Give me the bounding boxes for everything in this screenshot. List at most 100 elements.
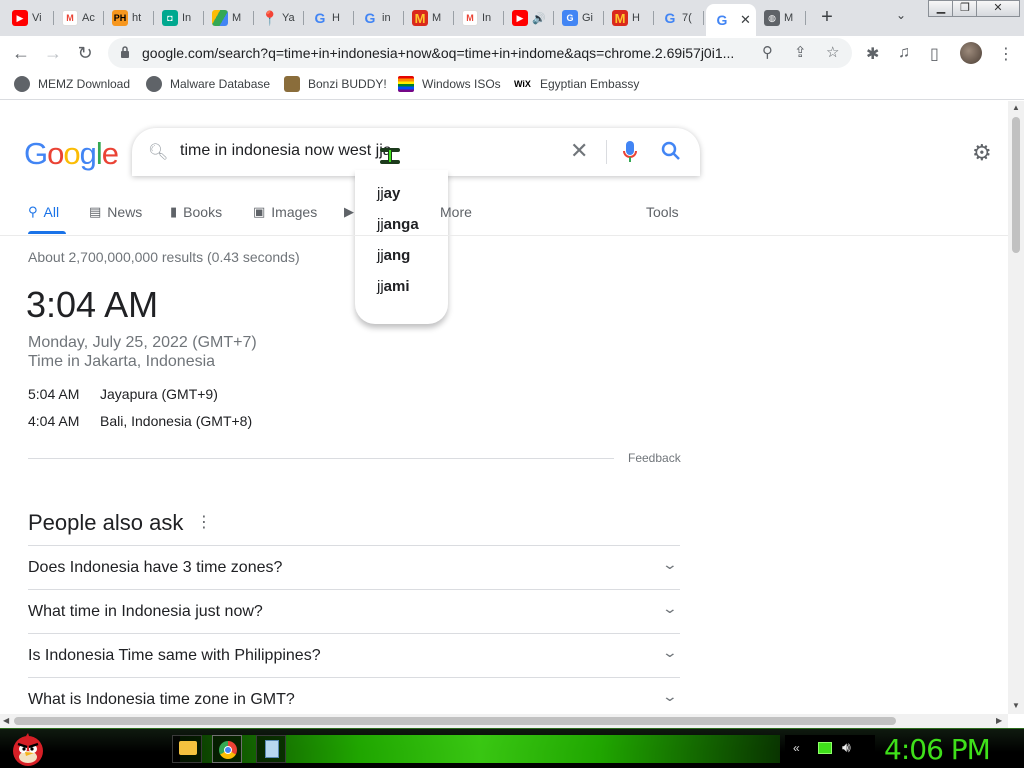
browser-tab[interactable]: ◘ In	[154, 4, 204, 32]
scroll-left-arrow-icon[interactable]: ◀	[3, 716, 9, 725]
browser-tab[interactable]: M	[204, 4, 254, 32]
scroll-down-arrow-icon[interactable]: ▼	[1012, 701, 1020, 710]
taskbar-explorer[interactable]	[172, 735, 202, 763]
taskbar-notepad[interactable]	[256, 735, 286, 763]
side-panel-icon[interactable]: ▯	[930, 44, 939, 64]
forward-button[interactable]: →	[42, 42, 64, 64]
start-button-angry-bird-icon[interactable]	[8, 731, 48, 767]
tray-chevron-icon[interactable]: «	[793, 741, 800, 755]
search-icon: ⚲	[28, 204, 38, 219]
microphone-icon[interactable]	[622, 140, 638, 164]
settings-gear-icon[interactable]: ⚙	[972, 140, 992, 166]
tab-videos[interactable]: ▶	[344, 204, 360, 220]
menu-kebab-icon[interactable]: ⋮	[998, 44, 1014, 64]
location-icon[interactable]: ⚲	[762, 43, 773, 61]
media-control-icon[interactable]: ♫	[898, 44, 910, 62]
clear-search-icon[interactable]: ✕	[570, 138, 588, 164]
browser-tab[interactable]: M Ac	[54, 4, 104, 32]
tab-tools[interactable]: Tools	[646, 204, 679, 220]
vertical-scrollbar[interactable]: ▲ ▼	[1008, 101, 1024, 714]
url-text[interactable]: google.com/search?q=time+in+indonesia+no…	[142, 45, 752, 61]
browser-tab[interactable]: G Gi	[554, 4, 604, 32]
browser-tab[interactable]: MM	[404, 4, 454, 32]
browser-toolbar: ← → ↻ google.com/search?q=time+in+indone…	[0, 36, 1024, 70]
scroll-up-arrow-icon[interactable]: ▲	[1012, 103, 1020, 112]
minimize-button[interactable]: ▁	[928, 0, 954, 17]
active-tab-indicator	[28, 231, 66, 234]
youtube-icon: ▶	[512, 10, 528, 26]
browser-tab[interactable]: PH ht	[104, 4, 154, 32]
scrollbar-thumb[interactable]	[14, 717, 896, 725]
browser-tab[interactable]: MH	[604, 4, 654, 32]
scroll-right-arrow-icon[interactable]: ▶	[996, 716, 1002, 725]
youtube-icon: ▶	[12, 10, 28, 26]
paa-question-row[interactable]: What time in Indonesia just now? ⌄	[28, 589, 680, 633]
suggestion-item[interactable]: jjay	[377, 185, 400, 202]
address-bar[interactable]: google.com/search?q=time+in+indonesia+no…	[108, 38, 852, 68]
suggestion-item[interactable]: jjang	[377, 247, 410, 264]
tab-strip: ▶ Vi M Ac PH ht ◘ In M 📍 Ya GH Gin MM M In ▶ 🔊 …	[0, 0, 1024, 36]
text-cursor-icon	[380, 148, 400, 164]
tab-news[interactable]: ▤ News	[89, 204, 142, 220]
share-icon[interactable]: ⇪	[794, 43, 807, 61]
horizontal-scrollbar[interactable]: ◀ ▶	[0, 714, 1008, 728]
extensions-icon[interactable]: ✱	[866, 44, 879, 64]
bookmark-item[interactable]: Malware Database	[146, 76, 270, 92]
browser-tab[interactable]: GH	[304, 4, 354, 32]
tab-books[interactable]: ▮ Books	[170, 204, 222, 220]
chevron-down-icon: ⌄	[661, 600, 679, 616]
taskbar: « 🔊︎ 4:06 PM	[0, 728, 1024, 768]
chevron-down-icon: ⌄	[661, 644, 679, 660]
search-input[interactable]	[180, 140, 560, 162]
bookmark-star-icon[interactable]: ☆	[826, 43, 839, 61]
more-options-icon[interactable]: ⋮	[196, 512, 212, 532]
bookmark-item[interactable]: Windows ISOs	[398, 76, 501, 92]
google-icon: G	[364, 10, 376, 26]
scrollbar-thumb[interactable]	[1012, 117, 1020, 253]
volume-icon[interactable]: 🔊︎	[842, 739, 851, 756]
tab-images[interactable]: ▣ Images	[253, 204, 317, 220]
taskbar-clock[interactable]: 4:06 PM	[884, 733, 991, 766]
paa-question: What is Indonesia time zone in GMT?	[28, 691, 295, 708]
back-button[interactable]: ←	[10, 42, 32, 64]
browser-tab[interactable]: ▶ Vi	[4, 4, 54, 32]
reload-button[interactable]: ↻	[74, 42, 96, 64]
browser-tab[interactable]: ▶ 🔊	[504, 4, 554, 32]
divider	[606, 140, 607, 164]
suggestion-item[interactable]: jjami	[377, 278, 410, 295]
browser-tab-active[interactable]: G ✕	[706, 4, 756, 36]
browser-tab[interactable]: ◍ M	[756, 4, 806, 32]
google-icon: G	[664, 10, 676, 26]
search-submit-icon[interactable]	[660, 140, 682, 162]
bookmark-item[interactable]: WiX Egyptian Embassy	[514, 76, 639, 92]
bookmark-item[interactable]: Bonzi BUDDY!	[284, 76, 387, 92]
date-timezone: Monday, July 25, 2022 (GMT+7)	[28, 334, 257, 351]
close-tab-icon[interactable]: ✕	[740, 12, 751, 28]
browser-tab[interactable]: 📍 Ya	[254, 4, 304, 32]
bonzi-icon	[284, 76, 300, 92]
taskbar-chrome[interactable]	[212, 735, 242, 763]
tab-more[interactable]: More	[440, 204, 472, 220]
chevron-down-icon: ⌄	[661, 556, 679, 572]
system-tray: « 🔊︎	[785, 735, 875, 763]
zone-time: 5:04 AM	[28, 386, 80, 402]
newspaper-icon: ▤	[89, 204, 102, 219]
tab-all[interactable]: ⚲ All	[28, 204, 59, 220]
browser-tab[interactable]: G 7(	[654, 4, 704, 32]
wix-icon: WiX	[514, 79, 531, 89]
divider	[28, 458, 614, 459]
maximize-button[interactable]: ❐	[952, 0, 978, 17]
browser-tab[interactable]: Gin	[354, 4, 404, 32]
new-tab-button[interactable]: +	[816, 6, 838, 28]
paa-question-row[interactable]: Does Indonesia have 3 time zones? ⌄	[28, 545, 680, 589]
tab-search-chevron-icon[interactable]: ⌄	[896, 8, 906, 22]
suggestion-item[interactable]: jjanga	[377, 216, 419, 233]
google-logo[interactable]: Google	[24, 136, 119, 172]
network-icon[interactable]	[818, 742, 832, 754]
close-window-button[interactable]: ✕	[976, 0, 1020, 17]
paa-question-row[interactable]: Is Indonesia Time same with Philippines?…	[28, 633, 680, 677]
profile-avatar[interactable]	[960, 42, 982, 64]
bookmark-item[interactable]: MEMZ Download	[14, 76, 130, 92]
feedback-link[interactable]: Feedback	[628, 451, 681, 465]
browser-tab[interactable]: M In	[454, 4, 504, 32]
